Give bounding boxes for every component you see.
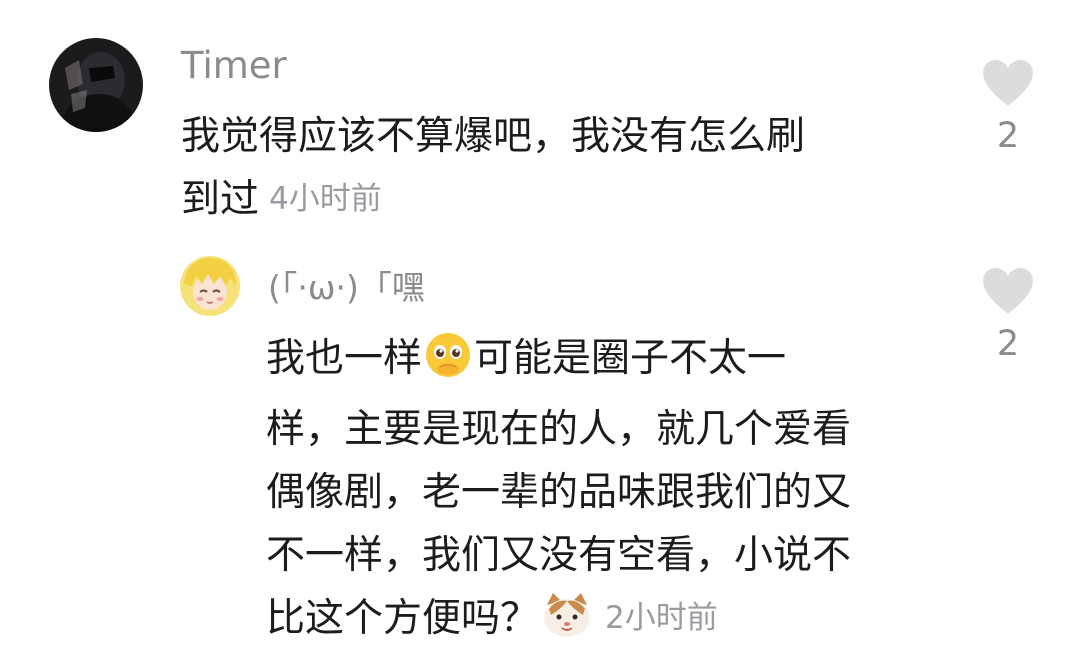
reply-username[interactable]: (「·ω·)「嘿: [268, 266, 425, 310]
user-avatar[interactable]: [49, 38, 143, 132]
reply-text-line: 不一样，我们又没有空看，小说不: [266, 533, 852, 578]
like-count: 2: [996, 116, 1020, 156]
heart-icon[interactable]: [980, 58, 1036, 108]
comment-text-line: 到过: [181, 177, 260, 222]
reply-timestamp: 2小时前: [605, 600, 718, 636]
reply-user-avatar[interactable]: [180, 256, 240, 316]
reply-like-control: 2: [978, 266, 1038, 364]
dark-portrait-avatar-icon: [49, 38, 143, 132]
reply-text-line: 偶像剧，老一辈的品味跟我们的又: [266, 470, 852, 515]
reply-text-line: 样，主要是现在的人，就几个爱看: [266, 407, 852, 452]
reply-text-segment: 比这个方便吗？: [266, 596, 540, 641]
comment-text: 我觉得应该不算爆吧，我没有怎么刷 到过 4小时前: [181, 105, 941, 231]
like-control: 2: [978, 58, 1038, 156]
reply-text: 我也一样 可能是圈子不太一 样，主要是现在的人，就几个爱看 偶像剧，老一辈的品味…: [266, 327, 956, 658]
reply-text-segment: 我也一样: [266, 336, 423, 381]
comment-username[interactable]: Timer: [181, 44, 287, 88]
reply-text-segment: 可能是圈子不太一: [474, 336, 787, 381]
like-count: 2: [996, 324, 1020, 364]
heart-icon[interactable]: [980, 266, 1036, 316]
comment-timestamp: 4小时前: [269, 181, 382, 217]
comment-text-line: 我觉得应该不算爆吧，我没有怎么刷: [181, 114, 806, 159]
cat-face-emoji-icon: [541, 591, 593, 658]
blonde-anime-avatar-icon: [180, 256, 240, 316]
pleading-face-emoji-icon: [424, 331, 472, 398]
